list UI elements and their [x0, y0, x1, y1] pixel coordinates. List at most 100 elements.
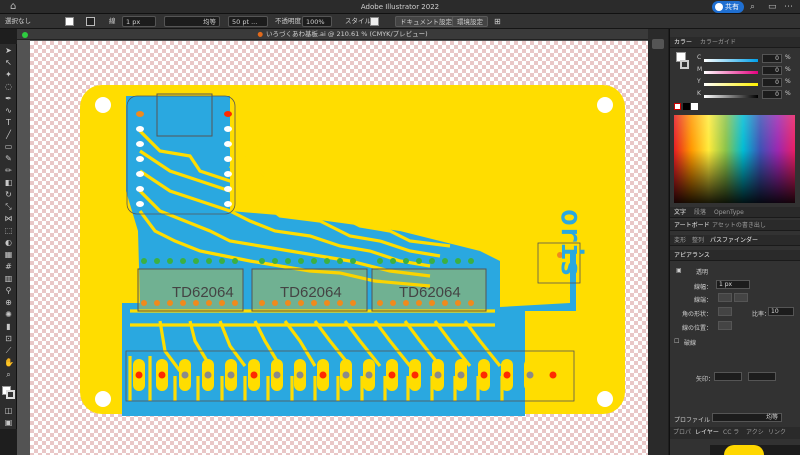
- tab-properties[interactable]: プロパ: [673, 427, 691, 438]
- slice-icon[interactable]: ⟋: [4, 346, 13, 355]
- tab-actions[interactable]: アクシ: [746, 427, 764, 438]
- pen-tool-icon[interactable]: ✒: [4, 94, 13, 103]
- magenta-slider[interactable]: [704, 71, 758, 74]
- tab-links[interactable]: リンク: [768, 427, 786, 438]
- pad: [136, 156, 144, 162]
- width-tool-icon[interactable]: ⋈: [4, 214, 13, 223]
- opacity-field[interactable]: 100%: [302, 16, 332, 27]
- mesh-icon[interactable]: #: [4, 262, 13, 271]
- shape-builder-icon[interactable]: ◐: [4, 238, 13, 247]
- stroke-swatch[interactable]: [86, 17, 95, 26]
- document-tab[interactable]: ● いろづくあわ基板.ai @ 210.61 % (CMYK/プレビュー): [17, 29, 668, 40]
- round-cap-button[interactable]: [734, 293, 748, 302]
- none-swatch[interactable]: [674, 103, 681, 110]
- tab-artboards[interactable]: アートボード: [674, 220, 710, 231]
- magic-wand-icon[interactable]: ✦: [4, 70, 13, 79]
- tab-opentype[interactable]: OpenType: [714, 207, 744, 218]
- align-center-button[interactable]: [718, 321, 732, 330]
- blend-icon[interactable]: ⊕: [4, 298, 13, 307]
- gradient-icon[interactable]: ▥: [4, 274, 13, 283]
- pad: [141, 300, 147, 306]
- direct-selection-icon[interactable]: ↖: [4, 58, 13, 67]
- perspective-icon[interactable]: ▦: [4, 250, 13, 259]
- brush-definition[interactable]: 50 pt ...: [228, 16, 268, 27]
- rectangle-tool-icon[interactable]: ▭: [4, 142, 13, 151]
- tab-transform[interactable]: 変形: [674, 235, 686, 246]
- close-icon[interactable]: ●: [257, 30, 263, 38]
- tab-character[interactable]: 文字: [674, 207, 686, 218]
- magenta-value[interactable]: 0: [762, 66, 782, 75]
- tab-pathfinder[interactable]: パスファインダー: [710, 235, 758, 246]
- lasso-icon[interactable]: ◌: [4, 82, 13, 91]
- appearance-title[interactable]: アピアランス: [674, 250, 710, 261]
- workspace-icon[interactable]: ▭: [768, 2, 777, 12]
- tab-layers[interactable]: レイヤー: [695, 427, 719, 438]
- screen-mode-icon[interactable]: ▣: [4, 418, 13, 427]
- type-tool-icon[interactable]: T: [4, 118, 13, 127]
- comments-icon[interactable]: [652, 39, 664, 49]
- selection-tool-icon[interactable]: ➤: [4, 46, 13, 55]
- arrange-icon[interactable]: ⊞: [494, 16, 501, 27]
- stroke-color-icon[interactable]: [6, 390, 15, 399]
- rotate-icon[interactable]: ↻: [4, 190, 13, 199]
- cyan-row: C 0 %: [670, 54, 800, 64]
- start-arrow-select[interactable]: [714, 372, 742, 381]
- yellow-slider[interactable]: [704, 83, 758, 86]
- share-button[interactable]: 共有: [712, 1, 744, 13]
- preferences-button[interactable]: 環境設定: [452, 16, 488, 27]
- eraser-icon[interactable]: ◧: [4, 178, 13, 187]
- tab-cc-libraries[interactable]: CC ラ: [723, 427, 739, 438]
- pad: [442, 300, 448, 306]
- color-spectrum[interactable]: [674, 115, 795, 203]
- transparency-icon[interactable]: ▣: [676, 267, 682, 274]
- more-icon[interactable]: ⋯: [784, 2, 793, 12]
- black-slider[interactable]: [704, 95, 758, 98]
- stroke-weight-field[interactable]: 1 px: [122, 16, 156, 27]
- draw-mode-icon[interactable]: ◫: [4, 406, 13, 415]
- search-icon[interactable]: ⌕: [750, 2, 755, 12]
- scale-icon[interactable]: ⤡: [4, 202, 13, 211]
- artboard-tool-icon[interactable]: ⊡: [4, 334, 13, 343]
- dashed-checkbox[interactable]: ☐: [674, 338, 679, 345]
- tab-color[interactable]: カラー: [674, 37, 692, 48]
- style-swatch[interactable]: [370, 17, 379, 26]
- tab-color-guide[interactable]: カラーガイド: [700, 37, 736, 48]
- stroke-weight-input[interactable]: 1 px: [716, 280, 750, 289]
- yellow-value[interactable]: 0: [762, 78, 782, 87]
- pad: [455, 258, 461, 264]
- tab-asset-export[interactable]: アセットの書き出し: [712, 220, 766, 231]
- paintbrush-icon[interactable]: ✎: [4, 154, 13, 163]
- pencil-icon[interactable]: ✏: [4, 166, 13, 175]
- join-label: 角の形状：: [682, 311, 713, 318]
- white-swatch[interactable]: [691, 103, 698, 110]
- black-swatch[interactable]: [683, 103, 690, 110]
- free-transform-icon[interactable]: ⬚: [4, 226, 13, 235]
- symbol-sprayer-icon[interactable]: ✺: [4, 310, 13, 319]
- tab-paragraph[interactable]: 段落: [694, 207, 706, 218]
- document-settings-button[interactable]: ドキュメント設定: [395, 16, 457, 27]
- limit-input[interactable]: 10: [768, 307, 794, 316]
- fill-swatch[interactable]: [65, 17, 74, 26]
- artboard[interactable]: TD62064 TD62064 TD62064 oris: [30, 41, 668, 455]
- pad: [285, 300, 291, 306]
- pad: [298, 258, 304, 264]
- line-tool-icon[interactable]: ╱: [4, 130, 13, 139]
- cyan-slider[interactable]: [704, 59, 758, 62]
- butt-cap-button[interactable]: [718, 293, 732, 302]
- cyan-value[interactable]: 0: [762, 54, 782, 63]
- eyedropper-icon[interactable]: ⚲: [4, 286, 13, 295]
- color-panel-tabs: カラー カラーガイド: [670, 37, 800, 48]
- artboard-panel-tabs: アートボード アセットの書き出し: [670, 220, 800, 231]
- miter-join-button[interactable]: [718, 307, 732, 316]
- variable-width-profile[interactable]: 均等: [164, 16, 220, 27]
- graph-tool-icon[interactable]: ▮: [4, 322, 13, 331]
- profile-select[interactable]: 均等: [712, 413, 782, 422]
- opacity-label: 不透明度: [275, 17, 301, 25]
- black-value[interactable]: 0: [762, 90, 782, 99]
- dashed-label: 破線: [684, 340, 697, 347]
- tab-align[interactable]: 整列: [692, 235, 704, 246]
- zoom-tool-icon[interactable]: ⌕: [4, 370, 13, 379]
- hand-tool-icon[interactable]: ✋: [4, 358, 14, 367]
- end-arrow-select[interactable]: [748, 372, 776, 381]
- curvature-icon[interactable]: ∿: [4, 106, 13, 115]
